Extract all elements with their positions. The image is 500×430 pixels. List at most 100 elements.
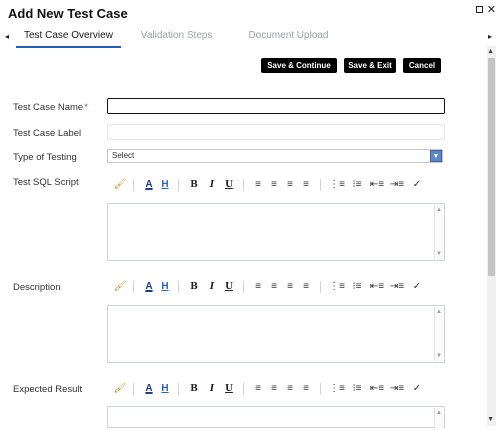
test-sql-script-label: Test SQL Script <box>13 177 79 188</box>
highlight-icon[interactable]: H <box>158 280 172 294</box>
align-left-icon[interactable]: ≡ <box>250 280 266 294</box>
tab-bar: Test Case Overview Validation Steps Docu… <box>16 30 357 48</box>
test-case-name-input[interactable] <box>107 98 445 114</box>
italic-icon[interactable]: I <box>203 178 221 192</box>
clear-format-icon[interactable]: ✓ <box>407 382 427 396</box>
font-color-icon[interactable]: A <box>140 382 158 396</box>
bullet-list-icon[interactable]: ⁝≡ <box>347 382 367 396</box>
italic-icon[interactable]: I <box>203 280 221 294</box>
dialog-title: Add New Test Case <box>8 6 128 21</box>
fill-color-icon[interactable]: 🖌 <box>113 178 127 192</box>
justify-icon[interactable]: ≡ <box>298 280 314 294</box>
justify-icon[interactable]: ≡ <box>298 178 314 192</box>
dropdown-arrow-icon[interactable]: ▼ <box>430 150 442 162</box>
test-case-label-label: Test Case Label <box>13 128 82 139</box>
description-label: Description <box>13 282 61 293</box>
outdent-icon[interactable]: ⇤≡ <box>367 178 387 192</box>
editor-scroll-down-icon[interactable]: ▼ <box>436 353 442 359</box>
cancel-button[interactable]: Cancel <box>403 58 441 73</box>
expected-result-label: Expected Result <box>13 384 83 395</box>
scroll-down-icon[interactable]: ▼ <box>487 416 494 423</box>
editor-scrollbar[interactable]: ▲ ▼ <box>434 205 443 259</box>
expected-result-editor-toolbar: 🖌 A H B I U ≡ ≡ ≡ ≡ ⋮≡ ⁝≡ ⇤≡ ⇥≡ ✓ <box>113 381 427 397</box>
description-editor[interactable]: ▲ ▼ <box>107 305 445 363</box>
fill-color-icon[interactable]: 🖌 <box>113 382 127 396</box>
bullet-list-icon[interactable]: ⁝≡ <box>347 280 367 294</box>
scroll-up-icon[interactable]: ▲ <box>487 48 494 55</box>
toolbar-divider <box>133 383 134 395</box>
type-of-testing-select[interactable]: Select ▼ <box>107 149 443 163</box>
ordered-list-icon[interactable]: ⋮≡ <box>327 280 347 294</box>
save-exit-button[interactable]: Save & Exit <box>344 58 396 73</box>
indent-icon[interactable]: ⇥≡ <box>387 178 407 192</box>
toolbar-divider <box>178 179 179 191</box>
fill-color-icon[interactable]: 🖌 <box>113 280 127 294</box>
tab-scroll-right-icon[interactable]: ▸ <box>488 32 492 41</box>
toolbar-divider <box>320 179 321 191</box>
toolbar-divider <box>243 179 244 191</box>
font-color-icon[interactable]: A <box>140 280 158 294</box>
editor-scrollbar[interactable]: ▲ ▼ <box>434 307 443 361</box>
align-right-icon[interactable]: ≡ <box>282 382 298 396</box>
bold-icon[interactable]: B <box>185 280 203 294</box>
toolbar-divider <box>178 383 179 395</box>
underline-icon[interactable]: U <box>221 178 237 192</box>
close-icon[interactable]: ✕ <box>487 4 496 16</box>
tab-test-case-overview[interactable]: Test Case Overview <box>16 30 121 48</box>
bold-icon[interactable]: B <box>185 178 203 192</box>
editor-scroll-up-icon[interactable]: ▲ <box>436 410 442 416</box>
toolbar-divider <box>178 281 179 293</box>
clear-format-icon[interactable]: ✓ <box>407 280 427 294</box>
align-left-icon[interactable]: ≡ <box>250 382 266 396</box>
highlight-icon[interactable]: H <box>158 178 172 192</box>
toolbar-divider <box>243 383 244 395</box>
bold-icon[interactable]: B <box>185 382 203 396</box>
test-case-name-label: Test Case Name* <box>13 102 88 113</box>
save-continue-button[interactable]: Save & Continue <box>261 58 337 73</box>
indent-icon[interactable]: ⇥≡ <box>387 280 407 294</box>
sql-editor-toolbar: 🖌 A H B I U ≡ ≡ ≡ ≡ ⋮≡ ⁝≡ ⇤≡ ⇥≡ ✓ <box>113 177 427 193</box>
align-right-icon[interactable]: ≡ <box>282 178 298 192</box>
ordered-list-icon[interactable]: ⋮≡ <box>327 382 347 396</box>
toolbar-divider <box>320 281 321 293</box>
outdent-icon[interactable]: ⇤≡ <box>367 280 387 294</box>
bullet-list-icon[interactable]: ⁝≡ <box>347 178 367 192</box>
description-editor-toolbar: 🖌 A H B I U ≡ ≡ ≡ ≡ ⋮≡ ⁝≡ ⇤≡ ⇥≡ ✓ <box>113 279 427 295</box>
toolbar-divider <box>243 281 244 293</box>
tab-document-upload[interactable]: Document Upload <box>240 30 336 48</box>
editor-scroll-up-icon[interactable]: ▲ <box>436 207 442 213</box>
clear-format-icon[interactable]: ✓ <box>407 178 427 192</box>
ordered-list-icon[interactable]: ⋮≡ <box>327 178 347 192</box>
scrollbar-thumb[interactable] <box>488 58 495 276</box>
toolbar-divider <box>133 179 134 191</box>
align-center-icon[interactable]: ≡ <box>266 382 282 396</box>
underline-icon[interactable]: U <box>221 382 237 396</box>
align-center-icon[interactable]: ≡ <box>266 178 282 192</box>
test-case-label-input[interactable] <box>107 124 445 140</box>
toolbar-divider <box>133 281 134 293</box>
tab-validation-steps[interactable]: Validation Steps <box>133 30 221 48</box>
expected-result-editor[interactable]: ▲ <box>107 406 445 428</box>
underline-icon[interactable]: U <box>221 280 237 294</box>
align-center-icon[interactable]: ≡ <box>266 280 282 294</box>
align-left-icon[interactable]: ≡ <box>250 178 266 192</box>
italic-icon[interactable]: I <box>203 382 221 396</box>
font-color-icon[interactable]: A <box>140 178 158 192</box>
indent-icon[interactable]: ⇥≡ <box>387 382 407 396</box>
window-controls: ✕ <box>475 4 496 16</box>
highlight-icon[interactable]: H <box>158 382 172 396</box>
align-right-icon[interactable]: ≡ <box>282 280 298 294</box>
sql-script-editor[interactable]: ▲ ▼ <box>107 203 445 261</box>
restore-icon[interactable] <box>475 6 483 13</box>
tab-scroll-left-icon[interactable]: ◂ <box>5 32 9 41</box>
editor-scrollbar[interactable]: ▲ <box>434 408 443 428</box>
type-of-testing-label: Type of Testing <box>13 152 77 163</box>
outdent-icon[interactable]: ⇤≡ <box>367 382 387 396</box>
editor-scroll-down-icon[interactable]: ▼ <box>436 251 442 257</box>
required-mark: * <box>84 102 88 113</box>
test-case-name-label-text: Test Case Name <box>13 102 84 113</box>
justify-icon[interactable]: ≡ <box>298 382 314 396</box>
toolbar-divider <box>320 383 321 395</box>
editor-scroll-up-icon[interactable]: ▲ <box>436 309 442 315</box>
type-of-testing-value: Select <box>112 151 135 160</box>
